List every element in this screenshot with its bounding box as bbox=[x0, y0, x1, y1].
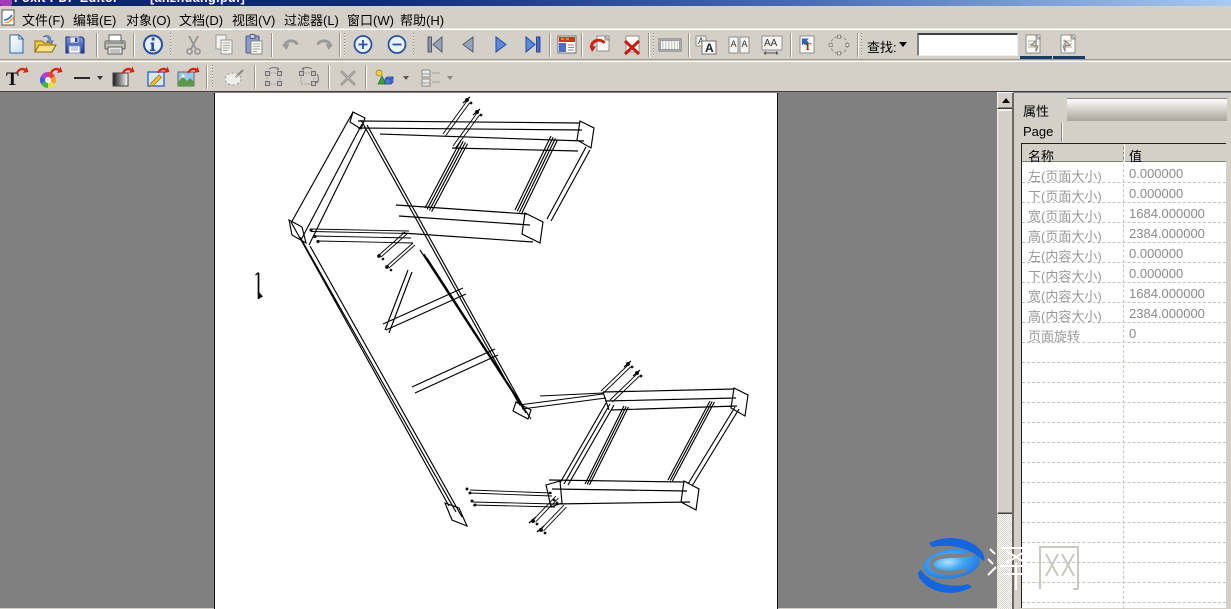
svg-text:A: A bbox=[742, 39, 748, 49]
svg-text:A: A bbox=[731, 39, 737, 49]
svg-text:T: T bbox=[804, 41, 812, 53]
svg-text:A: A bbox=[705, 41, 714, 55]
svg-text:AA: AA bbox=[764, 38, 778, 49]
